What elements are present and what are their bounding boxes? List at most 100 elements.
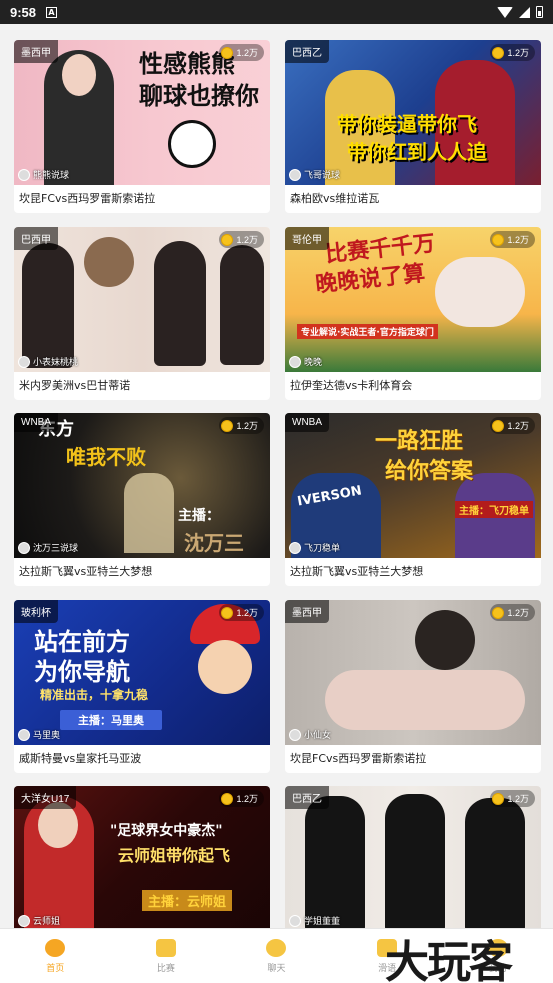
live-card[interactable]: 巴西甲 1.2万 小表妹桃桃 米内罗美洲vs巴甘蒂诺 — [14, 227, 270, 400]
anchor-info: 沈万三说球 — [18, 541, 78, 554]
poster-line: 带你红到人人追 — [347, 140, 487, 164]
live-room-feed[interactable]: 性感熊熊 聊球也撩你 墨西甲 1.2万 熊熊说球 坎昆FCvs西玛罗雷斯索诺拉 … — [0, 24, 553, 928]
poster-line: 沈万三 — [184, 531, 244, 555]
status-bar: 9:58 A — [0, 0, 553, 24]
league-tag: 玻利杯 — [14, 600, 58, 623]
league-tag: 巴西乙 — [285, 786, 329, 809]
status-time: 9:58 — [10, 4, 37, 20]
match-title: 坎昆FCvs西玛罗雷斯索诺拉 — [19, 192, 156, 205]
league-tag: 大洋女U17 — [14, 786, 77, 809]
anchor-info: 晚晚 — [289, 355, 322, 368]
home-icon — [45, 938, 66, 957]
tab-match[interactable]: 比赛 — [111, 929, 222, 983]
anchor-info: 小仙女 — [289, 728, 331, 741]
view-count: 1.2万 — [490, 417, 535, 434]
live-card[interactable]: 墨西甲 1.2万 小仙女 坎昆FCvs西玛罗雷斯索诺拉 — [285, 600, 541, 773]
match-title: 米内罗美洲vs巴甘蒂诺 — [19, 379, 131, 392]
view-count: 1.2万 — [219, 417, 264, 434]
coin-icon — [492, 606, 505, 619]
match-title: 达拉斯飞翼vs亚特兰大梦想 — [290, 565, 424, 578]
chat-icon — [266, 938, 287, 957]
live-card[interactable]: 性感熊熊 聊球也撩你 墨西甲 1.2万 熊熊说球 坎昆FCvs西玛罗雷斯索诺拉 — [14, 40, 270, 213]
tab-home[interactable]: 首页 — [0, 929, 111, 983]
coin-icon — [221, 233, 234, 246]
avatar — [289, 728, 301, 741]
avatar — [289, 541, 301, 554]
coin-icon — [492, 233, 505, 246]
match-title: 坎昆FCvs西玛罗雷斯索诺拉 — [290, 752, 427, 765]
live-card[interactable]: 站在前方 为你导航 精准出击，十拿九稳 主播：马里奥 玻利杯 1.2万 马里奥 … — [14, 600, 270, 773]
live-card[interactable]: 东方 唯我不败 主播： 沈万三 WNBA 1.2万 沈万三说球 达拉斯飞翼vs亚… — [14, 413, 270, 586]
league-tag: WNBA — [285, 413, 329, 432]
avatar — [289, 914, 301, 927]
view-count-text: 1.2万 — [507, 608, 529, 618]
anchor-name: 学姐董董 — [304, 916, 341, 926]
coin-icon — [221, 419, 234, 432]
card-thumbnail[interactable]: 站在前方 为你导航 精准出击，十拿九稳 主播：马里奥 玻利杯 1.2万 马里奥 — [14, 600, 270, 745]
anchor-name: 飞刀稳单 — [304, 543, 341, 553]
live-card[interactable]: "足球界女中豪杰" 云师姐带你起飞 主播：云师姐 大洋女U17 1.2万 云师姐 — [14, 786, 270, 928]
league-tag: WNBA — [14, 413, 58, 432]
card-thumbnail[interactable]: 带你装逼带你飞 带你红到人人追 巴西乙 1.2万 飞哥说球 — [285, 40, 541, 185]
view-count-text: 1.2万 — [236, 421, 258, 431]
anchor-name: 云师姐 — [33, 916, 61, 926]
live-card[interactable]: 一路狂胜 给你答案 IVERSON 主播：飞刀稳单 WNBA 1.2万 飞刀稳单… — [285, 413, 541, 586]
card-thumbnail[interactable]: 墨西甲 1.2万 小仙女 — [285, 600, 541, 745]
match-title: 森柏欧vs维拉诺瓦 — [290, 192, 380, 205]
view-count: 1.2万 — [490, 790, 535, 807]
anchor-info: 小表妹桃桃 — [18, 355, 78, 368]
coin-icon — [221, 792, 234, 805]
avatar — [18, 541, 30, 554]
avatar — [18, 355, 30, 368]
view-count: 1.2万 — [219, 604, 264, 621]
live-card[interactable]: 比赛千千万 晚晚说了算 专业解说·实战王者·官方指定球门 哥伦甲 1.2万 晚晚… — [285, 227, 541, 400]
coin-icon — [221, 46, 234, 59]
poster-line: 带你装逼带你飞 — [337, 112, 477, 136]
league-tag: 巴西乙 — [285, 40, 329, 63]
card-thumbnail[interactable]: 性感熊熊 聊球也撩你 墨西甲 1.2万 熊熊说球 — [14, 40, 270, 185]
league-tag: 墨西甲 — [285, 600, 329, 623]
anchor-name: 马里奥 — [33, 730, 61, 740]
coin-icon — [492, 419, 505, 432]
avatar — [18, 728, 30, 741]
view-count-text: 1.2万 — [507, 48, 529, 58]
anchor-name: 熊熊说球 — [33, 170, 70, 180]
poster-line: 聊球也撩你 — [139, 82, 259, 110]
view-count: 1.2万 — [219, 231, 264, 248]
card-thumbnail[interactable]: 巴西乙 1.2万 学姐董董 — [285, 786, 541, 928]
anchor-info: 熊熊说球 — [18, 168, 69, 181]
battery-icon — [536, 6, 543, 18]
view-count: 1.2万 — [219, 790, 264, 807]
card-thumbnail[interactable]: 巴西甲 1.2万 小表妹桃桃 — [14, 227, 270, 372]
poster-line: 给你答案 — [385, 459, 474, 484]
anchor-name: 小表妹桃桃 — [33, 357, 79, 367]
league-tag: 哥伦甲 — [285, 227, 329, 250]
poster-line: 精准出击，十拿九稳 — [40, 688, 149, 702]
watermark: 大玩客 — [385, 937, 513, 983]
avatar — [18, 914, 30, 927]
view-count: 1.2万 — [490, 44, 535, 61]
anchor-name: 晚晚 — [304, 357, 323, 367]
match-title: 拉伊奎达德vs卡利体育会 — [290, 379, 413, 392]
tab-chat[interactable]: 聊天 — [221, 929, 332, 983]
match-title: 威斯特曼vs皇家托马亚波 — [19, 752, 142, 765]
view-count-text: 1.2万 — [236, 48, 258, 58]
anchor-info: 飞刀稳单 — [289, 541, 340, 554]
live-card[interactable]: 巴西乙 1.2万 学姐董董 — [285, 786, 541, 928]
live-card[interactable]: 带你装逼带你飞 带你红到人人追 巴西乙 1.2万 飞哥说球 森柏欧vs维拉诺瓦 — [285, 40, 541, 213]
view-count-text: 1.2万 — [236, 235, 258, 245]
card-thumbnail[interactable]: "足球界女中豪杰" 云师姐带你起飞 主播：云师姐 大洋女U17 1.2万 云师姐 — [14, 786, 270, 928]
card-thumbnail[interactable]: 东方 唯我不败 主播： 沈万三 WNBA 1.2万 沈万三说球 — [14, 413, 270, 558]
view-count-text: 1.2万 — [507, 235, 529, 245]
poster-line: 专业解说·实战王者·官方指定球门 — [297, 324, 438, 339]
poster-line: 主播： — [178, 508, 220, 524]
view-count-text: 1.2万 — [507, 421, 529, 431]
view-count: 1.2万 — [490, 604, 535, 621]
card-thumbnail[interactable]: 一路狂胜 给你答案 IVERSON 主播：飞刀稳单 WNBA 1.2万 飞刀稳单 — [285, 413, 541, 558]
card-thumbnail[interactable]: 比赛千千万 晚晚说了算 专业解说·实战王者·官方指定球门 哥伦甲 1.2万 晚晚 — [285, 227, 541, 372]
view-count-text: 1.2万 — [236, 794, 258, 804]
match-icon — [155, 938, 176, 957]
view-count: 1.2万 — [219, 44, 264, 61]
anchor-name: 沈万三说球 — [33, 543, 79, 553]
anchor-name: 飞哥说球 — [304, 170, 341, 180]
